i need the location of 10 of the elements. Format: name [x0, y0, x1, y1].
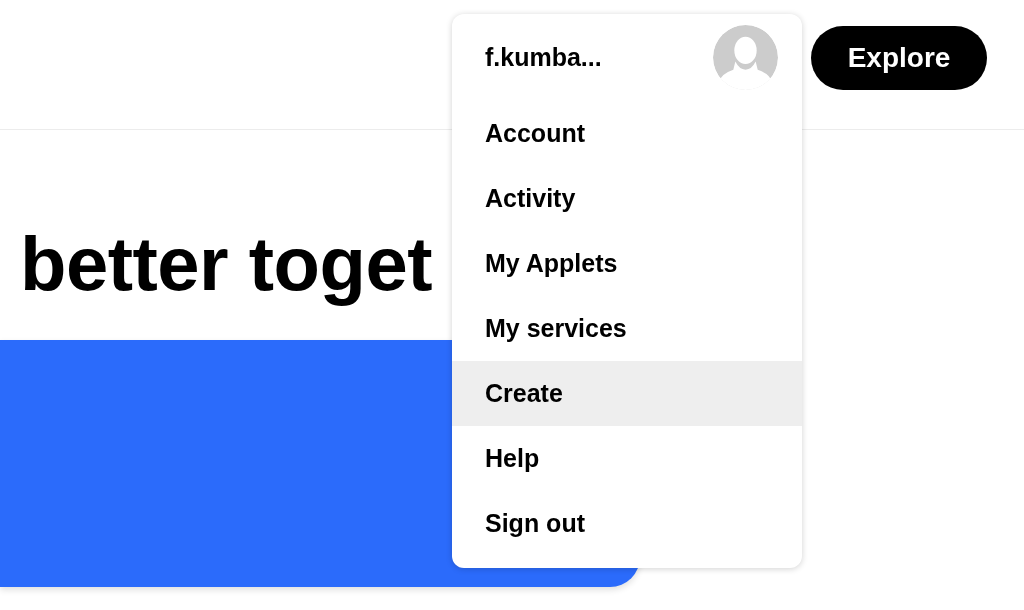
avatar-icon[interactable] [713, 25, 778, 90]
explore-button[interactable]: Explore [811, 26, 987, 90]
menu-item[interactable]: Create [452, 361, 802, 426]
menu-item[interactable]: My services [452, 296, 802, 361]
menu-item[interactable]: Activity [452, 166, 802, 231]
menu-item[interactable]: Help [452, 426, 802, 491]
menu-item[interactable]: My Applets [452, 231, 802, 296]
username: f.kumba... [485, 43, 602, 72]
menu-item[interactable]: Sign out [452, 491, 802, 556]
menu-item[interactable]: Account [452, 101, 802, 166]
